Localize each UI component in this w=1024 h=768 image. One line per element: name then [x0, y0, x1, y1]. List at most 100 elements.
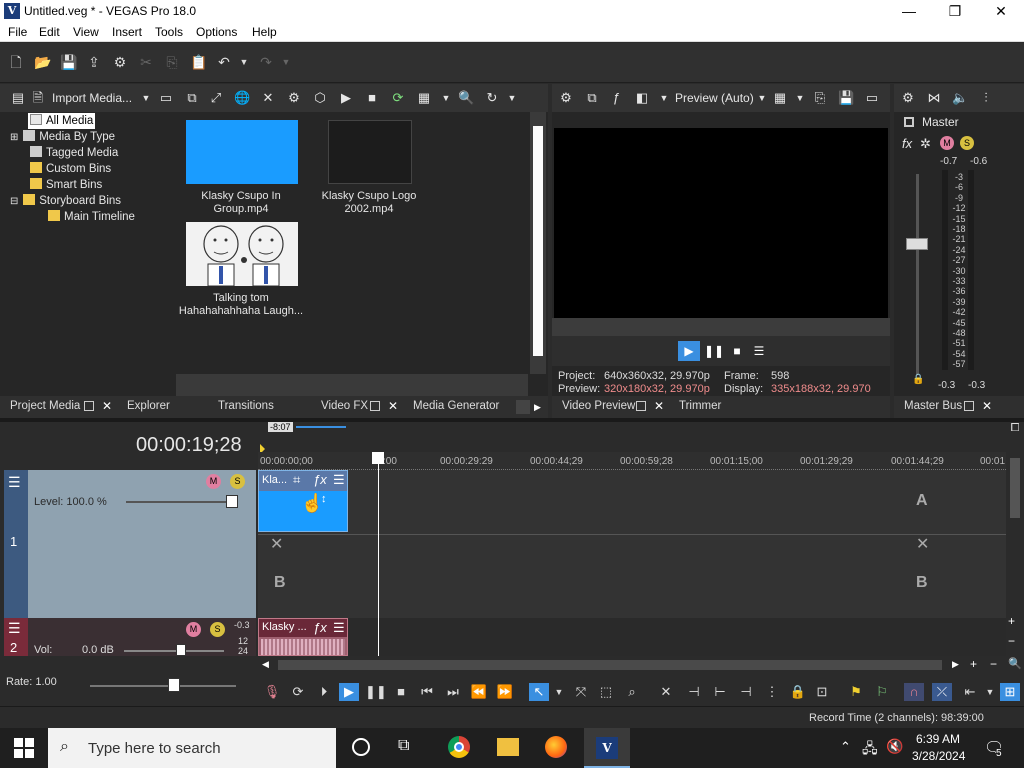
- views-icon[interactable]: ▤: [10, 90, 26, 106]
- selection-tool-icon[interactable]: ⬚: [596, 683, 616, 701]
- audio-mute-icon[interactable]: M: [186, 622, 201, 637]
- video-fx-icon[interactable]: ƒ: [608, 90, 624, 106]
- capture-icon[interactable]: ▭: [158, 90, 174, 106]
- vegas-taskbar-button[interactable]: V: [584, 728, 630, 768]
- view-dropdown-icon[interactable]: ▼: [438, 90, 454, 106]
- import-media-icon[interactable]: 🗎: [30, 90, 46, 106]
- undo-icon[interactable]: ↶: [216, 54, 232, 70]
- scroll-thumb[interactable]: [278, 660, 942, 670]
- tab-trimmer[interactable]: Trimmer: [679, 400, 721, 412]
- master-fader-handle[interactable]: [906, 238, 928, 250]
- timeline-horizontal-scrollbar[interactable]: ◀ ▶ + − 🔍: [258, 656, 1024, 674]
- level-slider-track[interactable]: [126, 501, 234, 503]
- media-horizontal-scrollbar[interactable]: [176, 374, 528, 396]
- show-hidden-icons-chevron-icon[interactable]: ⌃: [840, 739, 851, 755]
- track-menu-icon[interactable]: ☰: [8, 474, 21, 491]
- menu-file[interactable]: File: [8, 25, 27, 39]
- delete-event-icon[interactable]: ✕: [656, 683, 676, 701]
- scroll-left-icon[interactable]: ◀: [262, 659, 269, 670]
- redo-dropdown-icon[interactable]: ▼: [278, 54, 294, 70]
- play-button[interactable]: ▶: [678, 341, 700, 361]
- media-vertical-scrollbar[interactable]: [530, 112, 546, 374]
- go-to-end-icon[interactable]: ⏭: [443, 683, 463, 701]
- fader-lock-icon[interactable]: 🔒: [912, 374, 924, 385]
- tab-video-fx[interactable]: Video FX: [321, 400, 368, 412]
- record-icon[interactable]: 🎙: [262, 683, 282, 701]
- overlays-grid-icon[interactable]: ▦: [772, 90, 788, 106]
- video-solo-icon[interactable]: S: [230, 474, 245, 489]
- search-icon[interactable]: 🔍: [458, 90, 474, 106]
- copy-icon[interactable]: ⎘: [164, 54, 180, 70]
- refresh-dropdown-icon[interactable]: ▼: [504, 90, 520, 106]
- zoom-edit-tool-icon[interactable]: ⌕: [622, 683, 642, 701]
- open-folder-icon[interactable]: 📂: [34, 54, 51, 70]
- downmix-icon[interactable]: ⋈: [926, 90, 942, 106]
- stop-button[interactable]: ■: [728, 341, 746, 361]
- undock-box-icon[interactable]: [964, 401, 974, 411]
- tree-item-all-media[interactable]: All Media: [28, 113, 96, 129]
- audio-solo-icon[interactable]: S: [210, 622, 225, 637]
- undo-dropdown-icon[interactable]: ▼: [236, 54, 252, 70]
- maximize-button[interactable]: ❐: [932, 0, 978, 22]
- vol-slider-handle[interactable]: [176, 644, 186, 656]
- menu-help[interactable]: Help: [252, 25, 277, 39]
- timeline-stop-button[interactable]: ■: [391, 683, 411, 701]
- tab-explorer[interactable]: Explorer: [127, 400, 170, 412]
- auto-preview-icon[interactable]: ⟳: [390, 90, 406, 106]
- menu-options[interactable]: Options: [196, 25, 237, 39]
- scroll-right-icon[interactable]: ▶: [952, 659, 959, 670]
- cut-icon[interactable]: ✂: [138, 54, 154, 70]
- split-icon[interactable]: ⋮: [762, 683, 782, 701]
- get-media-icon[interactable]: ⧉: [184, 90, 200, 106]
- zoom-out-icon[interactable]: −: [1008, 634, 1015, 648]
- split-screen-icon[interactable]: ◧: [634, 90, 650, 106]
- external-monitor-icon[interactable]: ⧉: [584, 90, 600, 106]
- lock-icon[interactable]: 🔒: [788, 683, 808, 701]
- insert-region-icon[interactable]: ⚐: [872, 683, 892, 701]
- preview-quality-dropdown-icon[interactable]: ▼: [754, 90, 770, 106]
- h-zoom-in-icon[interactable]: +: [970, 657, 977, 671]
- close-tab-icon[interactable]: ✕: [102, 399, 112, 413]
- properties-gear-icon[interactable]: ⚙: [112, 54, 128, 70]
- menu-insert[interactable]: Insert: [112, 25, 142, 39]
- video-event-clip[interactable]: Kla... ⌗ ƒx ☰ ☝ ↕: [258, 470, 348, 532]
- tree-item-media-by-type[interactable]: ⊞ Media By Type: [10, 129, 115, 145]
- remove-unused-icon[interactable]: ⤢: [208, 90, 224, 106]
- video-track-lane[interactable]: A B B ✕ ✕: [258, 470, 1006, 618]
- tab-transitions[interactable]: Transitions: [218, 400, 274, 412]
- menu-tools[interactable]: Tools: [155, 25, 183, 39]
- clock-time[interactable]: 6:39 AM: [916, 732, 960, 746]
- refresh-icon[interactable]: ↻: [484, 90, 500, 106]
- timeline-play-button[interactable]: ▶: [339, 683, 359, 701]
- preview-quality-select[interactable]: Preview (Auto): [675, 91, 754, 105]
- close-tab-icon[interactable]: ✕: [982, 399, 992, 413]
- level-slider-handle[interactable]: [226, 495, 238, 508]
- tree-item-smart-bins[interactable]: Smart Bins: [30, 177, 102, 193]
- collapse-minus-icon[interactable]: ⊟: [10, 194, 20, 210]
- cortana-icon[interactable]: [352, 738, 370, 756]
- save-icon[interactable]: 💾: [60, 54, 77, 70]
- master-automation-icon[interactable]: ✲: [920, 136, 931, 152]
- marker-tool-icon[interactable]: ⧠: [1008, 422, 1022, 438]
- clip-menu-icon[interactable]: ☰: [333, 620, 345, 636]
- edit-tool-dropdown-icon[interactable]: ▼: [549, 683, 569, 701]
- redo-icon[interactable]: ↷: [258, 54, 274, 70]
- rate-slider-handle[interactable]: [168, 678, 180, 692]
- scroll-thumb[interactable]: [1010, 458, 1020, 518]
- timeline-vertical-scrollbar[interactable]: ⧠ + −: [1006, 422, 1024, 656]
- snapping-magnet-icon[interactable]: ∩: [904, 683, 924, 701]
- ripple-dropdown-icon[interactable]: ▼: [980, 683, 1000, 701]
- trim-icon[interactable]: ⊣: [684, 683, 704, 701]
- tab-video-preview[interactable]: Video Preview: [562, 400, 635, 412]
- play-preview-icon[interactable]: ▶: [338, 90, 354, 106]
- render-as-icon[interactable]: ⇪: [86, 54, 102, 70]
- timeline-pause-button[interactable]: ❚❚: [365, 683, 387, 701]
- trim-start-icon[interactable]: ⊢: [710, 683, 730, 701]
- new-file-icon[interactable]: 🗋: [8, 54, 24, 70]
- tab-overflow[interactable]: [516, 400, 530, 414]
- minimize-button[interactable]: —: [886, 0, 932, 22]
- close-tab-icon[interactable]: ✕: [388, 399, 398, 413]
- menu-view[interactable]: View: [73, 25, 99, 39]
- expand-plus-icon[interactable]: ⊞: [10, 130, 20, 146]
- split-dropdown-icon[interactable]: ▼: [656, 90, 672, 106]
